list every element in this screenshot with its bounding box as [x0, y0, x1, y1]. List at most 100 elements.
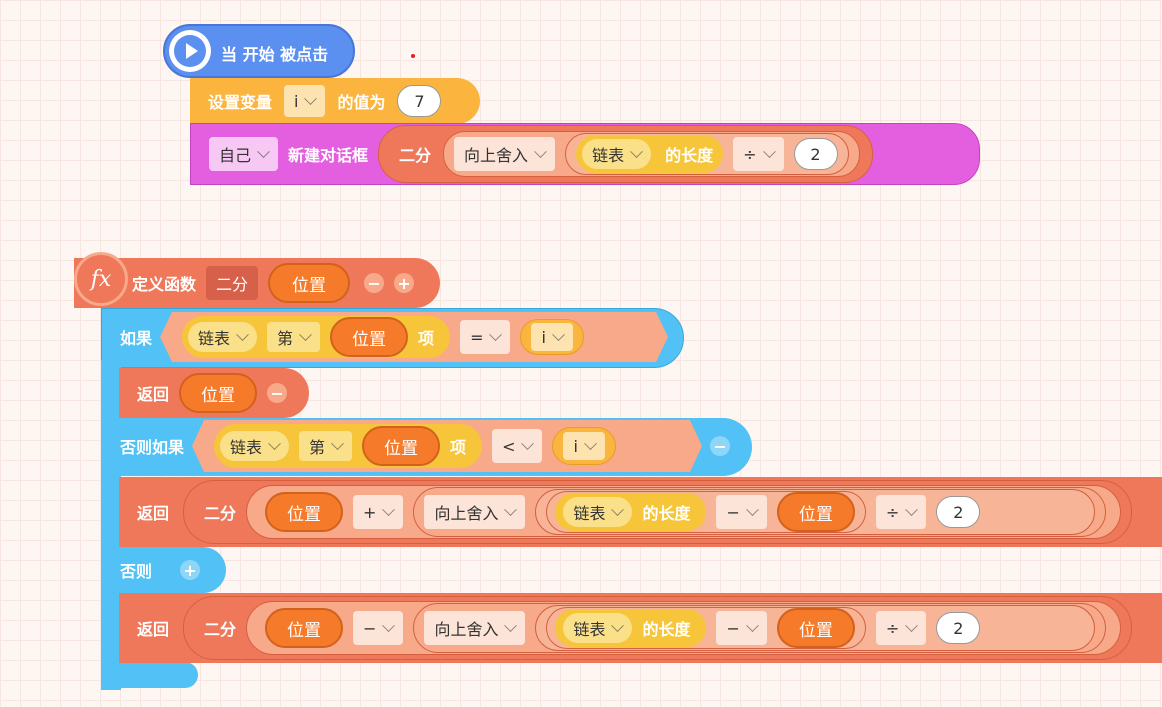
new-dialog-block[interactable]: 自己 新建对话框 二分 向上舍入 链表 的长度 ÷ 2 [190, 123, 980, 185]
list-length-block[interactable]: 链表 的长度 [555, 493, 707, 531]
function-name-label: 二分 [204, 620, 237, 639]
position-var[interactable]: 位置 [330, 317, 408, 357]
variable-reporter[interactable]: i [552, 427, 615, 465]
variable-dropdown[interactable]: i [563, 432, 604, 460]
list-length-block[interactable]: 链表 的长度 [555, 609, 707, 647]
operator-dropdown[interactable]: = [460, 320, 510, 354]
divide-block[interactable]: 链表 的长度 ÷ 2 [565, 133, 849, 175]
return-block-3[interactable]: 返回 二分 位置 − 向上舍入 链表 的长度 − 位置 ÷ 2 [119, 593, 1162, 663]
chevron-down-icon [257, 144, 270, 158]
divide-block[interactable]: 链表 的长度 − 位置 ÷ 2 [535, 605, 1096, 651]
call-binary-search[interactable]: 二分 位置 + 向上舍入 链表 的长度 − 位置 ÷ 2 [183, 480, 1133, 544]
list-item-block[interactable]: 链表 第 位置 项 [182, 316, 450, 358]
chevron-down-icon [630, 144, 643, 158]
round-dropdown[interactable]: 向上舍入 [424, 495, 526, 529]
round-up-block[interactable]: 向上舍入 链表 的长度 − 位置 ÷ 2 [413, 603, 1107, 653]
function-name-label: 二分 [399, 146, 432, 165]
else-label: 否则 [120, 562, 153, 581]
length-label: 的长度 [642, 504, 691, 523]
chevron-down-icon [611, 618, 625, 632]
chevron-down-icon [522, 437, 535, 450]
if-label: 如果 [120, 329, 153, 348]
call-binary-search[interactable]: 二分 向上舍入 链表 的长度 ÷ 2 [378, 125, 873, 183]
return-value-position[interactable]: 位置 [179, 373, 258, 413]
list-dropdown[interactable]: 链表 [563, 613, 633, 643]
function-icon: fx [74, 252, 128, 306]
round-up-block[interactable]: 向上舍入 链表 的长度 ÷ 2 [443, 131, 860, 177]
else-if-row: 否则如果 链表 第 位置 项 < i − [120, 420, 731, 472]
else-row: 否则 + [101, 547, 226, 593]
operator-dropdown[interactable]: − [353, 611, 404, 645]
list-dropdown[interactable]: 链表 [220, 431, 289, 461]
return-block-2[interactable]: 返回 二分 位置 + 向上舍入 链表 的长度 − 位置 ÷ 2 [119, 477, 1162, 547]
round-dropdown[interactable]: 向上舍入 [424, 611, 526, 645]
chevron-down-icon [905, 618, 919, 632]
chevron-down-icon [299, 328, 312, 341]
list-dropdown[interactable]: 链表 [188, 322, 257, 352]
value-is-label: 的值为 [337, 93, 386, 112]
position-var[interactable]: 位置 [362, 426, 440, 466]
round-dropdown[interactable]: 向上舍入 [454, 137, 556, 171]
return-block-1[interactable]: 返回 位置 − [119, 368, 309, 418]
nth-dropdown[interactable]: 第 [299, 431, 352, 461]
divisor-input[interactable]: 2 [793, 138, 838, 170]
variable-reporter[interactable]: i [520, 319, 583, 355]
remove-else-if-button[interactable]: − [710, 436, 731, 456]
remove-return-value-button[interactable]: − [267, 383, 288, 403]
position-var[interactable]: 位置 [265, 608, 344, 648]
divisor-input[interactable]: 2 [936, 496, 981, 528]
position-var[interactable]: 位置 [776, 492, 855, 532]
position-var[interactable]: 位置 [265, 492, 344, 532]
divide-block[interactable]: 链表 的长度 − 位置 ÷ 2 [535, 489, 1096, 535]
if-block-footer [101, 662, 198, 688]
operator-dropdown[interactable]: < [492, 429, 542, 463]
subtract-block[interactable]: 链表 的长度 − 位置 [546, 491, 866, 533]
compare-equal-block[interactable]: 链表 第 位置 项 = i [160, 312, 668, 362]
operator-dropdown[interactable]: − [716, 611, 767, 645]
compare-less-block[interactable]: 链表 第 位置 项 < i [192, 420, 702, 472]
position-var[interactable]: 位置 [776, 608, 855, 648]
variable-dropdown[interactable]: i [531, 323, 572, 351]
remove-param-button[interactable]: − [364, 273, 385, 293]
param-position[interactable]: 位置 [268, 263, 351, 303]
operator-dropdown[interactable]: − [716, 495, 767, 529]
round-up-block[interactable]: 向上舍入 链表 的长度 − 位置 ÷ 2 [413, 487, 1107, 537]
subtract-block-inner[interactable]: 链表 的长度 − 位置 [546, 607, 866, 649]
nth-dropdown[interactable]: 第 [267, 322, 320, 352]
set-variable-block[interactable]: 设置变量 i 的值为 7 [190, 78, 480, 124]
list-length-block[interactable]: 链表 的长度 [576, 135, 724, 173]
list-item-block[interactable]: 链表 第 位置 项 [214, 424, 482, 468]
function-name-field[interactable]: 二分 [206, 266, 259, 300]
return-label: 返回 [137, 504, 170, 523]
operator-dropdown[interactable]: + [353, 495, 404, 529]
define-label: 定义函数 [132, 275, 197, 294]
chevron-down-icon [504, 502, 518, 516]
define-function-block[interactable]: fx 定义函数 二分 位置 − + [74, 252, 440, 308]
if-row: 如果 链表 第 位置 项 = i [120, 312, 668, 362]
variable-dropdown[interactable]: i [284, 85, 326, 117]
value-input[interactable]: 7 [397, 85, 442, 117]
sprite-dropdown[interactable]: 自己 [209, 137, 279, 171]
chevron-down-icon [504, 618, 518, 632]
list-dropdown[interactable]: 链表 [563, 497, 633, 527]
subtract-block[interactable]: 位置 − 向上舍入 链表 的长度 − 位置 ÷ 2 [246, 601, 1122, 655]
chevron-down-icon [490, 328, 503, 341]
divisor-input[interactable]: 2 [936, 612, 981, 644]
item-label: 项 [450, 438, 467, 457]
list-dropdown[interactable]: 链表 [582, 139, 652, 169]
chevron-down-icon [905, 502, 919, 516]
call-binary-search[interactable]: 二分 位置 − 向上舍入 链表 的长度 − 位置 ÷ 2 [183, 596, 1133, 660]
add-block[interactable]: 位置 + 向上舍入 链表 的长度 − 位置 ÷ 2 [246, 485, 1122, 539]
add-param-button[interactable]: + [394, 273, 415, 293]
chevron-down-icon [268, 437, 281, 450]
event-hat-block[interactable]: 当 开始 被点击 [163, 24, 355, 78]
chevron-down-icon [762, 144, 776, 158]
chevron-down-icon [746, 618, 759, 632]
add-else-if-button[interactable]: + [180, 560, 201, 580]
red-dot [411, 54, 415, 58]
chevron-down-icon [534, 144, 547, 158]
operator-dropdown[interactable]: ÷ [875, 495, 927, 529]
operator-dropdown[interactable]: ÷ [733, 137, 784, 171]
chevron-down-icon [236, 328, 249, 341]
operator-dropdown[interactable]: ÷ [875, 611, 927, 645]
